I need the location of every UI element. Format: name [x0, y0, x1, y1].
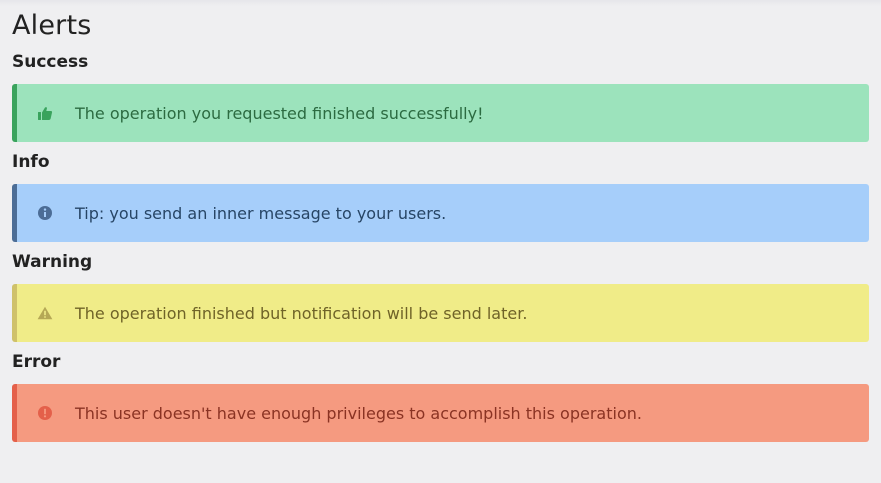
success-message: The operation you requested finished suc… [75, 103, 484, 123]
warning-alert: The operation finished but notification … [12, 284, 869, 342]
thumbs-up-icon [37, 105, 53, 121]
top-shadow [0, 0, 881, 6]
exclamation-circle-icon [37, 405, 53, 421]
info-circle-icon [37, 205, 53, 221]
info-message: Tip: you send an inner message to your u… [75, 203, 447, 223]
alerts-page: Alerts Success The operation you request… [0, 0, 881, 483]
success-alert: The operation you requested finished suc… [12, 84, 869, 142]
warning-heading: Warning [12, 252, 93, 272]
page-title: Alerts [12, 10, 92, 41]
error-heading: Error [12, 352, 61, 372]
error-alert: This user doesn't have enough privileges… [12, 384, 869, 442]
success-heading: Success [12, 52, 89, 72]
warning-triangle-icon [37, 305, 53, 321]
info-alert: Tip: you send an inner message to your u… [12, 184, 869, 242]
info-heading: Info [12, 152, 50, 172]
warning-message: The operation finished but notification … [75, 303, 528, 323]
error-message: This user doesn't have enough privileges… [75, 403, 642, 423]
